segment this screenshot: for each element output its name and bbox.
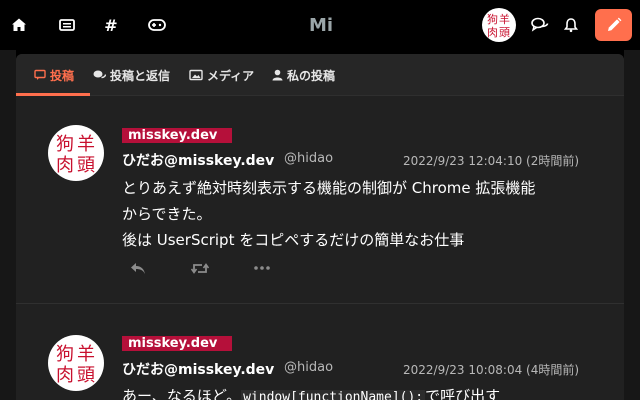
avatar-glyph: 狗	[56, 134, 74, 155]
avatar-glyph: 狗	[56, 344, 74, 365]
comment-icon	[34, 69, 46, 80]
tab-notes[interactable]: 投稿	[34, 54, 74, 96]
tab-my-notes[interactable]: 私の投稿	[272, 54, 335, 96]
profile-timeline-panel: 投稿 投稿と返信 メディア 私の投稿 狗 羊 肉 頭 misskey.dev ひ…	[16, 54, 624, 400]
note-timestamp[interactable]: 2022/9/23 10:08:04 (4時間前)	[403, 361, 579, 378]
renote-button[interactable]	[188, 258, 212, 278]
tab-label: 投稿と返信	[110, 68, 171, 83]
tab-label: 私の投稿	[287, 68, 336, 83]
note-avatar[interactable]: 狗 羊 肉 頭	[48, 335, 104, 391]
ellipsis-icon	[254, 266, 270, 270]
logo-text: Mi	[308, 14, 334, 36]
reply-icon	[131, 262, 145, 274]
avatar-glyph: 肉	[56, 155, 74, 176]
instance-badge[interactable]: misskey.dev	[122, 128, 232, 143]
right-gutter	[624, 50, 640, 400]
avatar-glyph: 頭	[499, 26, 510, 39]
note-avatar[interactable]: 狗 羊 肉 頭	[48, 125, 104, 181]
chat-icon[interactable]	[528, 13, 552, 37]
avatar-glyph: 羊	[499, 12, 510, 26]
instance-badge[interactable]: misskey.dev	[122, 336, 232, 351]
note-text-line: とりあえず絶対時刻表示する機能の制御が Chrome 拡張機能	[122, 179, 536, 197]
top-navbar: # Mi 狗 羊 肉 頭	[0, 0, 640, 50]
hashtag-icon[interactable]: #	[99, 13, 123, 37]
note-text: あー、なるほど。 window[functionName](); で呼び出す	[122, 383, 592, 400]
misskey-logo[interactable]: Mi	[306, 12, 336, 38]
inline-code: window[functionName]();	[241, 390, 426, 400]
note-divider	[16, 303, 624, 304]
username[interactable]: @hidao	[284, 151, 333, 166]
note-text-line: からできた。	[122, 205, 212, 223]
tab-label: メディア	[207, 68, 255, 83]
left-gutter	[0, 50, 16, 400]
avatar-glyph: 頭	[77, 365, 95, 386]
display-name[interactable]: ひだお@misskey.dev	[122, 359, 274, 379]
home-icon[interactable]	[7, 13, 31, 37]
note-text: とりあえず絶対時刻表示する機能の制御が Chrome 拡張機能 からできた。 後…	[122, 175, 592, 253]
tab-label: 投稿	[50, 68, 75, 83]
avatar-glyph: 肉	[487, 26, 498, 39]
comments-icon	[93, 70, 106, 79]
user-icon	[272, 69, 283, 81]
active-tab-indicator	[16, 93, 90, 96]
note-text-segment: で呼び出す	[425, 387, 501, 400]
username[interactable]: @hidao	[284, 360, 333, 375]
gamepad-icon[interactable]	[145, 13, 169, 37]
note-text-line: 後は UserScript をコピペするだけの簡単なお仕事	[122, 231, 465, 249]
account-avatar[interactable]: 狗 羊 肉 頭	[482, 8, 516, 42]
reply-button[interactable]	[126, 258, 150, 278]
more-button[interactable]	[250, 258, 274, 278]
note-text-segment: あー、なるほど。	[122, 387, 242, 400]
compose-button[interactable]	[595, 9, 632, 41]
note-timestamp[interactable]: 2022/9/23 12:04:10 (2時間前)	[403, 152, 579, 169]
avatar-glyph: 肉	[56, 365, 74, 386]
display-name[interactable]: ひだお@misskey.dev	[122, 150, 274, 170]
tab-media[interactable]: メディア	[189, 54, 254, 96]
images-icon	[189, 69, 203, 81]
tab-notes-and-replies[interactable]: 投稿と返信	[93, 54, 170, 96]
bell-icon[interactable]	[559, 13, 583, 37]
timeline-icon[interactable]	[55, 13, 79, 37]
avatar-glyph: 羊	[77, 344, 95, 365]
avatar-glyph: 狗	[487, 13, 498, 26]
retweet-icon	[191, 262, 209, 274]
avatar-glyph: 羊	[77, 134, 95, 155]
timeline-tabs: 投稿 投稿と返信 メディア 私の投稿	[16, 54, 624, 96]
avatar-glyph: 頭	[77, 155, 95, 176]
pencil-icon	[607, 17, 621, 31]
